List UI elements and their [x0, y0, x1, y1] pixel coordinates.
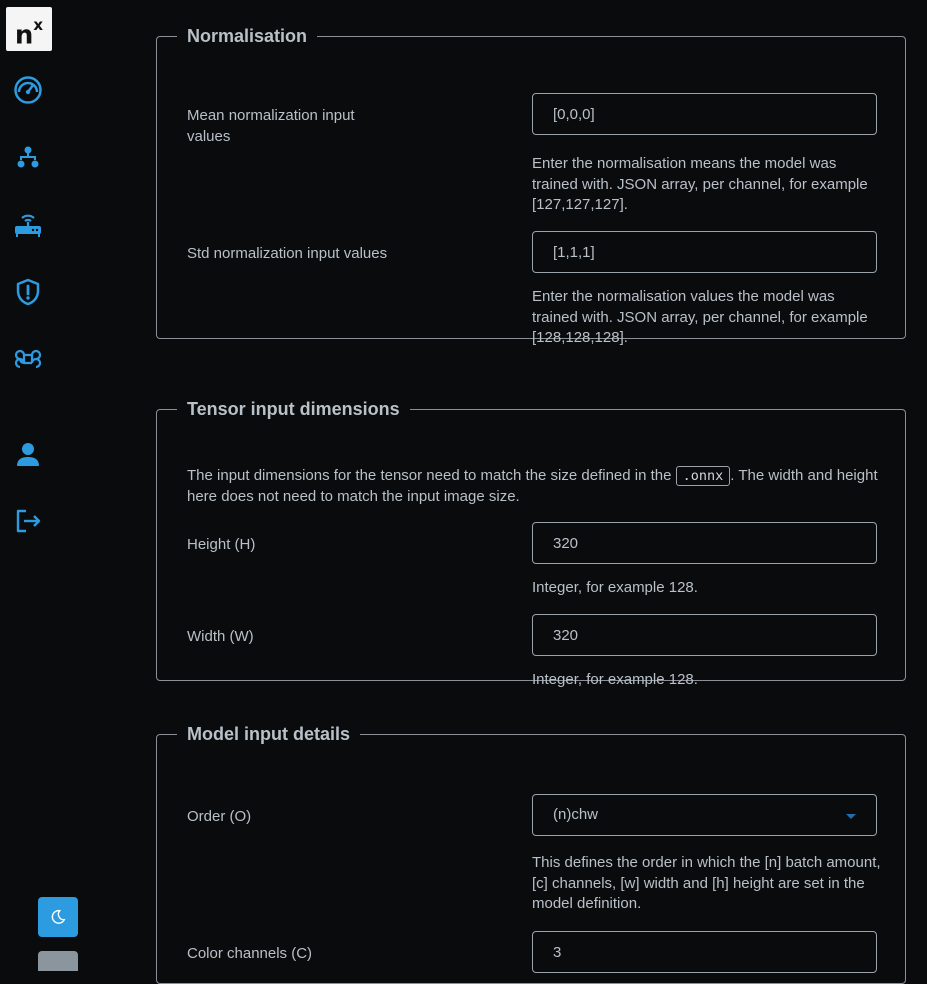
logo-text: n — [14, 20, 34, 51]
shield-alert-icon[interactable] — [12, 276, 44, 308]
theme-toggle-button[interactable] — [38, 897, 78, 937]
dashboard-gauge-icon[interactable] — [12, 74, 44, 106]
channels-input[interactable] — [532, 931, 877, 973]
width-input[interactable] — [532, 614, 877, 656]
user-icon[interactable] — [12, 438, 44, 470]
desc-text: The input dimensions for the tensor need… — [187, 467, 676, 484]
width-help: Integer, for example 128. — [532, 671, 698, 688]
section-title: Tensor input dimensions — [187, 399, 400, 419]
height-input[interactable] — [532, 522, 877, 564]
onnx-code: .onnx — [675, 466, 731, 486]
router-wifi-icon[interactable] — [12, 208, 44, 240]
order-help: This defines the order in which the [n] … — [532, 854, 881, 912]
section-title: Model input details — [187, 724, 351, 744]
std-label: Std normalization input values — [187, 245, 388, 262]
tensor-section: Tensor input dimensions The input dimens… — [156, 399, 906, 688]
mean-input[interactable] — [532, 93, 877, 135]
mean-help: Enter the normalisation means the model … — [532, 155, 868, 213]
normalisation-section: Normalisation Mean normalization input v… — [156, 26, 906, 346]
mean-label: Mean normalization input values — [187, 107, 355, 145]
std-help: Enter the normalisation values the model… — [532, 288, 868, 346]
model-section: Model input details Order (O) (n)chw Thi… — [156, 724, 906, 984]
channels-label: Color channels (C) — [187, 945, 313, 962]
command-key-icon[interactable] — [12, 343, 44, 375]
chevron-down-icon — [846, 814, 856, 819]
height-help: Integer, for example 128. — [532, 579, 698, 596]
moon-icon — [51, 909, 66, 924]
order-value: (n)chw — [553, 806, 599, 823]
section-title: Normalisation — [187, 26, 308, 46]
std-input[interactable] — [532, 231, 877, 273]
height-label: Height (H) — [187, 536, 256, 553]
logo-sup: x — [33, 16, 44, 34]
tensor-description: The input dimensions for the tensor need… — [187, 466, 887, 507]
order-label: Order (O) — [187, 808, 252, 825]
secondary-button[interactable] — [38, 951, 78, 971]
width-label: Width (W) — [187, 628, 254, 645]
sidebar: nx — [0, 0, 78, 971]
order-select[interactable]: (n)chw — [532, 794, 877, 836]
app-logo[interactable]: nx — [6, 7, 52, 51]
logout-icon[interactable] — [12, 505, 44, 537]
network-tree-icon[interactable] — [12, 141, 44, 173]
